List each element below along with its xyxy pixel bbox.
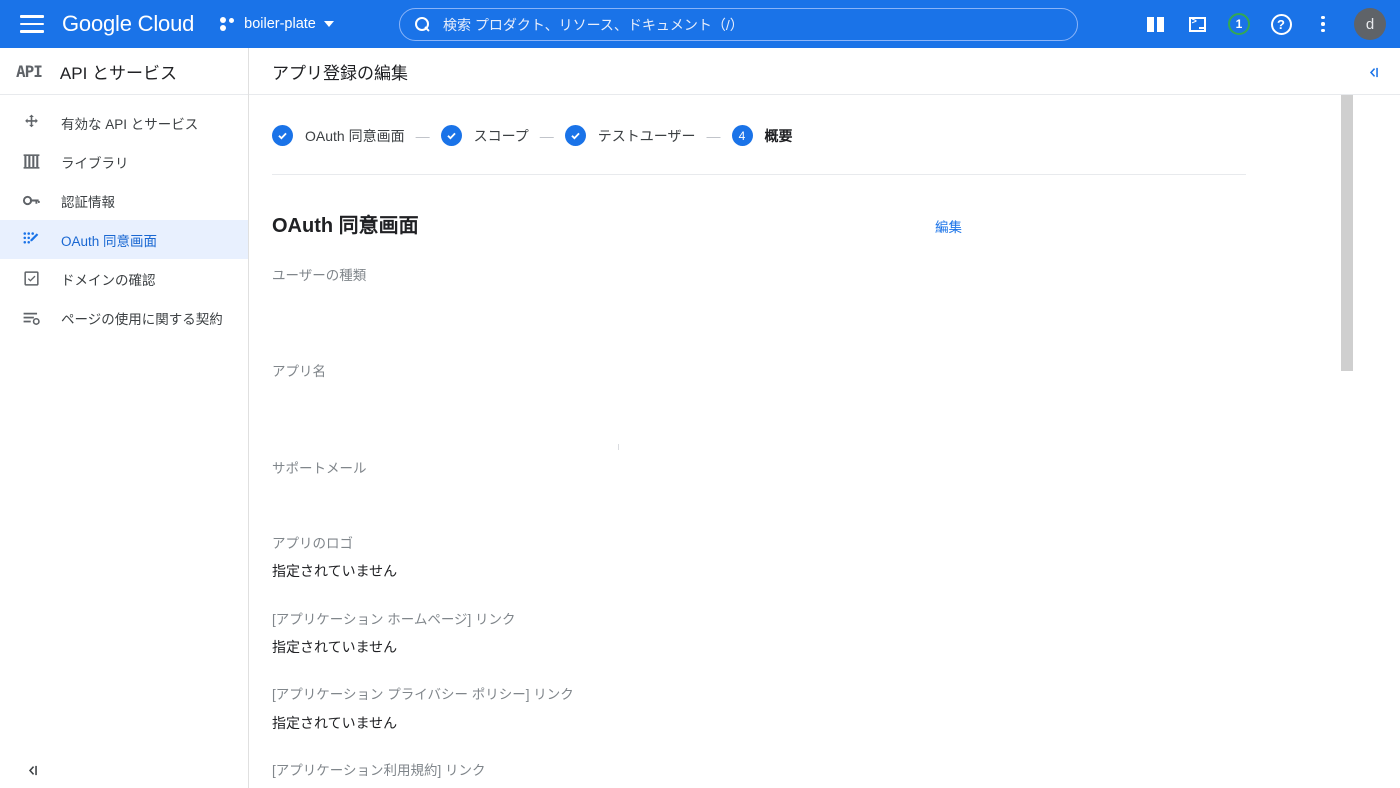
field-value: 指定されていません	[272, 714, 398, 731]
field-user-type: ユーザーの種類	[272, 266, 1400, 334]
section-title: OAuth 同意画面	[272, 215, 419, 237]
verified-checkbox-icon	[22, 269, 41, 288]
sidebar-item-label: ページの使用に関する契約	[61, 311, 223, 327]
brand-logo[interactable]: Google Cloud	[62, 11, 194, 37]
step-test-users[interactable]: テストユーザー	[564, 125, 696, 146]
sidebar-item-oauth-consent[interactable]: OAuth 同意画面	[0, 220, 248, 259]
sidebar-title: API とサービス	[59, 63, 178, 83]
page-header: アプリ登録の編集	[249, 48, 1400, 95]
vertical-scrollbar-thumb[interactable]	[1341, 95, 1353, 371]
avatar[interactable]: d	[1354, 8, 1386, 40]
collapse-right-panel-icon[interactable]	[1361, 60, 1385, 84]
step-label: OAuth 同意画面	[305, 127, 405, 144]
key-icon	[22, 191, 41, 210]
search-placeholder: 検索 プロダクト、リソース、ドキュメント（/）	[443, 16, 744, 33]
field-value: 指定されていません	[272, 563, 398, 579]
gift-icon[interactable]	[1136, 5, 1174, 43]
oauth-consent-icon	[22, 230, 41, 249]
field-support-email: サポートメール	[272, 459, 1400, 506]
field-label: [アプリケーション利用規約] リンク	[272, 763, 486, 779]
field-label: サポートメール	[272, 460, 367, 476]
edit-link[interactable]: 編集	[935, 216, 962, 236]
sidebar-item-label: 認証情報	[61, 194, 115, 210]
sidebar-item-label: 有効な API とサービス	[61, 116, 199, 132]
check-icon	[272, 125, 293, 146]
hamburger-icon[interactable]	[20, 15, 44, 33]
dashboard-arrows-icon	[22, 113, 41, 132]
main-content: アプリ登録の編集 OAuth 同意画面 — スコープ — テストユーザー — 4…	[249, 48, 1400, 788]
library-icon	[22, 152, 41, 171]
project-selector[interactable]: boiler-plate	[220, 16, 334, 32]
sidebar-item-label: ライブラリ	[61, 155, 129, 171]
field-value: 指定されていません	[272, 638, 398, 655]
step-separator: —	[415, 127, 430, 144]
step-summary[interactable]: 4 概要	[731, 125, 793, 146]
sidebar-item-page-usage-agreement[interactable]: ページの使用に関する契約	[0, 298, 248, 337]
field-app-privacy-policy-link: [アプリケーション プライバシー ポリシー] リンク 指定されていません	[272, 685, 1400, 733]
field-app-homepage-link: [アプリケーション ホームページ] リンク 指定されていません	[272, 610, 1400, 658]
project-name: boiler-plate	[244, 16, 316, 32]
check-icon	[440, 125, 462, 146]
step-scopes[interactable]: スコープ	[440, 125, 529, 146]
step-label: スコープ	[473, 127, 529, 144]
wizard-stepper: OAuth 同意画面 — スコープ — テストユーザー — 4 概要	[249, 95, 1400, 146]
content-scroll-area: OAuth 同意画面 — スコープ — テストユーザー — 4 概要 OAuth…	[249, 95, 1400, 788]
step-number-badge: 4	[731, 125, 753, 146]
sidebar-item-library[interactable]: ライブラリ	[0, 142, 248, 181]
sidebar-nav: 有効な API とサービス ライブラリ 認証情報 OAuth 同意画面 ドメイン…	[0, 95, 248, 337]
step-label: 概要	[764, 127, 793, 144]
field-app-terms-of-service-link: [アプリケーション利用規約] リンク 指定されていません	[272, 761, 1400, 788]
collapse-panel-icon[interactable]	[20, 758, 44, 782]
sidebar-item-domain-verification[interactable]: ドメインの確認	[0, 259, 248, 298]
section-header: OAuth 同意画面 編集	[272, 209, 962, 238]
top-bar-actions: 1 ? d	[1136, 0, 1386, 48]
sidebar-header: API API とサービス	[0, 48, 248, 95]
search-icon	[414, 16, 431, 33]
terminal-icon[interactable]	[1178, 5, 1216, 43]
sidebar-item-enabled-apis[interactable]: 有効な API とサービス	[0, 103, 248, 142]
field-app-name: アプリ名	[272, 362, 1400, 430]
step-separator: —	[539, 127, 554, 144]
field-label: アプリのロゴ	[272, 535, 353, 551]
sidebar-item-credentials[interactable]: 認証情報	[0, 181, 248, 220]
render-artifact	[618, 444, 619, 450]
field-value	[272, 391, 1400, 431]
sidebar-item-label: OAuth 同意画面	[61, 233, 158, 249]
project-icon	[220, 17, 236, 31]
field-app-logo: アプリのロゴ 指定されていません	[272, 534, 1400, 582]
help-icon[interactable]: ?	[1262, 5, 1300, 43]
field-label: ユーザーの種類	[272, 268, 367, 283]
field-label: [アプリケーション プライバシー ポリシー] リンク	[272, 687, 574, 703]
top-app-bar: Google Cloud boiler-plate 検索 プロダクト、リソース、…	[0, 0, 1400, 48]
api-logo: API	[16, 61, 43, 81]
field-label: アプリ名	[272, 364, 326, 380]
sidebar-item-label: ドメインの確認	[61, 272, 156, 288]
more-vert-icon[interactable]	[1304, 5, 1342, 43]
chevron-down-icon	[323, 21, 334, 27]
notifications-button[interactable]: 1	[1220, 5, 1258, 43]
sidebar: API API とサービス 有効な API とサービス ライブラリ 認証情報 O…	[0, 48, 249, 788]
step-separator: —	[706, 127, 721, 144]
check-icon	[564, 125, 586, 146]
field-value	[272, 487, 1400, 506]
terms-gear-icon	[22, 308, 41, 327]
oauth-consent-summary-section: OAuth 同意画面 編集 ユーザーの種類 アプリ名 サポートメール アプリのロ…	[249, 175, 1400, 788]
step-label: テストユーザー	[597, 127, 696, 144]
search-input[interactable]: 検索 プロダクト、リソース、ドキュメント（/）	[399, 8, 1078, 41]
notification-badge: 1	[1228, 13, 1250, 35]
field-label: [アプリケーション ホームページ] リンク	[272, 611, 516, 627]
step-oauth-consent[interactable]: OAuth 同意画面	[272, 125, 405, 146]
field-value	[272, 294, 1400, 334]
page-title: アプリ登録の編集	[272, 63, 408, 83]
